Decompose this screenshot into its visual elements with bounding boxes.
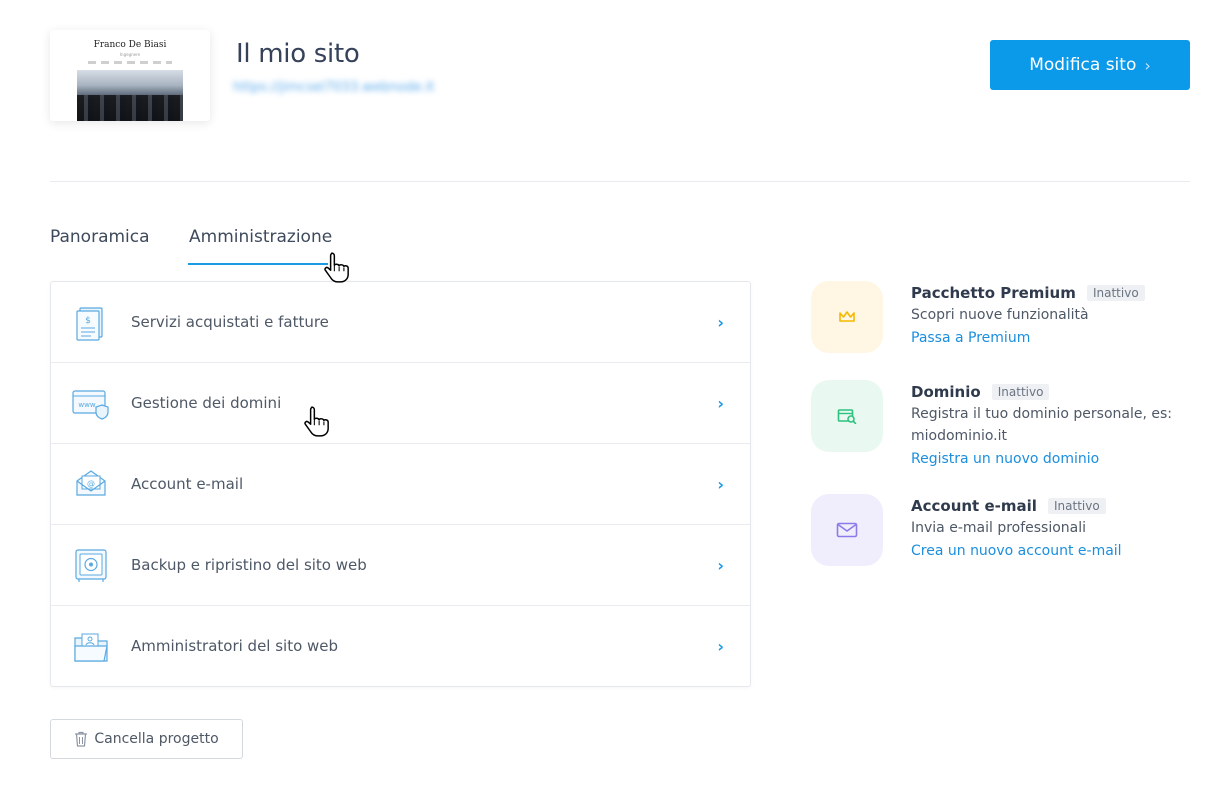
thumbnail-nav — [88, 61, 172, 64]
admin-item-label: Servizi acquistati e fatture — [131, 313, 329, 331]
crown-icon — [839, 311, 855, 322]
mail-icon — [836, 522, 858, 538]
invoice-icon: $ — [76, 307, 103, 341]
feature-title: Dominio — [911, 383, 981, 401]
delete-project-label: Cancella progetto — [94, 731, 219, 747]
feature-domain-badge — [811, 380, 883, 452]
backup-safe-icon — [75, 549, 107, 582]
create-email-link[interactable]: Crea un nuovo account e-mail — [911, 543, 1122, 559]
admin-item-email[interactable]: @ Account e-mail › — [51, 444, 750, 525]
edit-site-label: Modifica sito — [1029, 55, 1137, 75]
feature-description: Scopri nuove funzionalità — [911, 307, 1089, 323]
site-url[interactable]: https://jimcsel7033.webnode.it — [233, 80, 434, 95]
chevron-right-icon: › — [1144, 55, 1151, 75]
admin-item-invoices[interactable]: $ Servizi acquistati e fatture › — [51, 282, 750, 363]
admin-item-backup[interactable]: Backup e ripristino del sito web › — [51, 525, 750, 606]
hand-cursor-icon — [324, 252, 349, 283]
admin-item-administrators[interactable]: Amministratori del sito web › — [51, 606, 750, 686]
tab-administration[interactable]: Amministrazione — [189, 227, 332, 247]
chevron-right-icon: › — [717, 393, 724, 413]
delete-project-button[interactable]: Cancella progetto — [50, 719, 243, 759]
thumbnail-tagline: Ingegnere — [119, 52, 141, 57]
chevron-right-icon: › — [717, 312, 724, 332]
edit-site-button[interactable]: Modifica sito › — [990, 40, 1190, 90]
admin-item-label: Amministratori del sito web — [131, 637, 339, 655]
feature-title: Pacchetto Premium — [911, 284, 1076, 302]
chevron-right-icon: › — [717, 474, 724, 494]
svg-text:www: www — [78, 401, 95, 409]
admin-folder-icon — [74, 633, 108, 662]
admin-item-label: Account e-mail — [131, 475, 244, 493]
feature-description: Invia e-mail professionali — [911, 520, 1087, 536]
feature-description: Registra il tuo dominio personale, es: m… — [911, 406, 1173, 444]
status-badge: Inattivo — [1047, 498, 1106, 514]
trash-icon — [75, 731, 88, 747]
admin-item-label: Gestione dei domini — [131, 394, 282, 412]
tab-overview[interactable]: Panoramica — [50, 227, 150, 247]
feature-premium-badge — [811, 281, 883, 353]
header-divider — [50, 181, 1190, 182]
active-tab-indicator — [188, 263, 328, 265]
svg-text:@: @ — [87, 479, 95, 488]
domain-www-icon: www — [72, 390, 109, 420]
chevron-right-icon: › — [717, 555, 724, 575]
thumbnail-site-name: Franco De Biasi — [93, 40, 167, 50]
feature-email-badge — [811, 494, 883, 566]
register-domain-link[interactable]: Registra un nuovo dominio — [911, 451, 1099, 467]
site-thumbnail[interactable]: Franco De Biasi Ingegnere — [50, 30, 210, 121]
page-title: Il mio sito — [236, 39, 360, 69]
upgrade-premium-link[interactable]: Passa a Premium — [911, 330, 1030, 346]
admin-item-domains[interactable]: www Gestione dei domini › — [51, 363, 750, 444]
feature-title: Account e-mail — [911, 497, 1037, 515]
svg-text:$: $ — [85, 316, 91, 326]
status-badge: Inattivo — [991, 384, 1050, 400]
status-badge: Inattivo — [1086, 285, 1145, 301]
admin-list: $ Servizi acquistati e fatture › www Ges… — [50, 281, 751, 687]
admin-item-label: Backup e ripristino del sito web — [131, 556, 367, 574]
thumbnail-photo — [77, 70, 183, 121]
email-envelope-icon: @ — [76, 470, 106, 496]
domain-search-icon — [837, 409, 857, 424]
chevron-right-icon: › — [717, 636, 724, 656]
